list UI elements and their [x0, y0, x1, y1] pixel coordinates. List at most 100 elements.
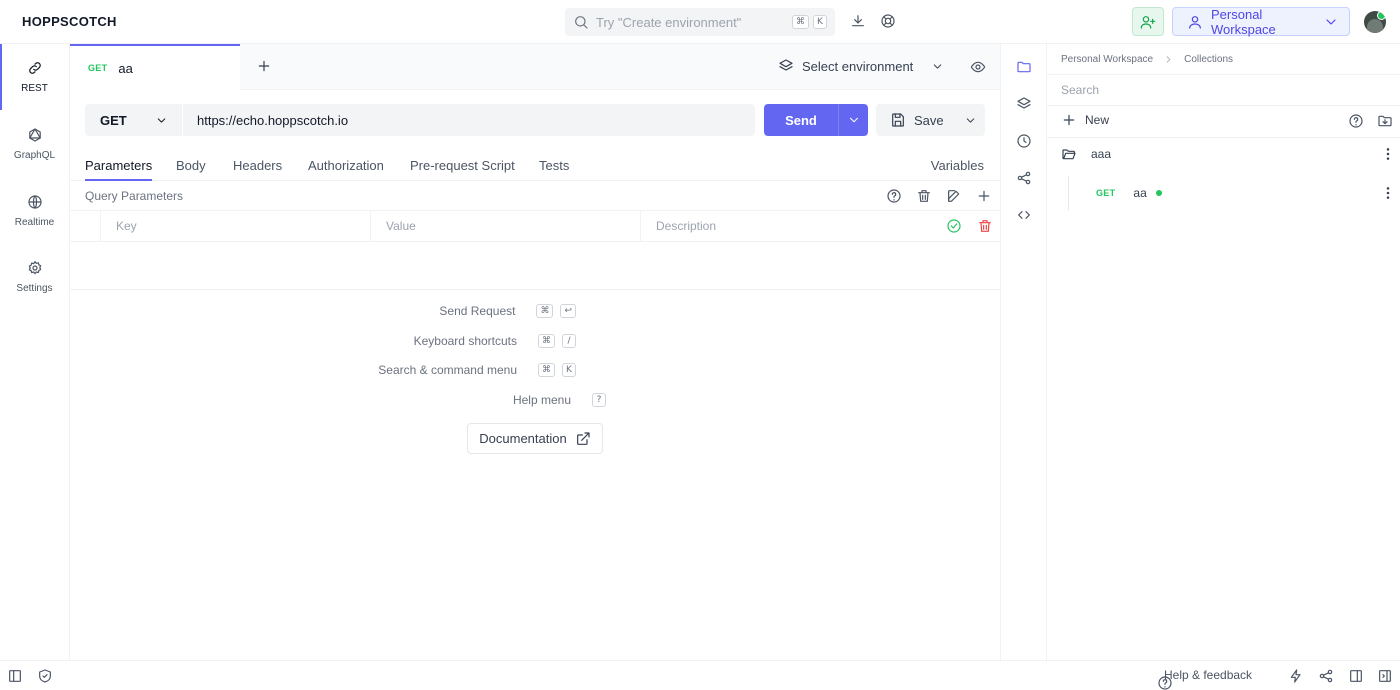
nav-label: Settings [16, 283, 53, 294]
documentation-button[interactable]: Documentation [467, 423, 603, 454]
help-icon [1157, 675, 1173, 690]
sidebar-toggle-icon[interactable] [7, 668, 23, 684]
code-icon[interactable] [1016, 207, 1032, 223]
gear-icon [27, 260, 43, 276]
app-logo[interactable]: HOPPSCOTCH [22, 14, 117, 29]
shortcut-label: Search & command menu [378, 363, 517, 377]
query-params-header: Query Parameters [70, 181, 1000, 211]
graphql-icon [27, 127, 43, 143]
save-icon [890, 112, 906, 128]
new-collection-button[interactable]: New [1061, 112, 1109, 128]
request-section-tabs: Parameters Body Headers Authorization Pr… [70, 150, 1000, 181]
tab-pre-request-script[interactable]: Pre-request Script [410, 158, 515, 181]
shortcut-key: / [562, 334, 576, 348]
search-icon [573, 14, 589, 30]
support-icon[interactable] [880, 13, 896, 29]
side-panel-strip [1000, 44, 1047, 660]
send-options-button[interactable] [838, 104, 868, 136]
tab-variables[interactable]: Variables [931, 158, 984, 173]
collections-search-input[interactable]: Search [1061, 83, 1099, 97]
help-icon[interactable] [1348, 113, 1364, 129]
nav-item-settings[interactable]: Settings [0, 244, 69, 310]
layers-icon[interactable] [1016, 96, 1032, 112]
history-icon[interactable] [1016, 133, 1032, 149]
request-tabs-bar: GET aa Select environment [70, 44, 1000, 90]
share-icon[interactable] [1016, 170, 1032, 186]
shortcut-search-command: Search & command menu ⌘ K [378, 361, 576, 379]
tab-parameters[interactable]: Parameters [85, 158, 153, 181]
layout-columns-icon[interactable] [1348, 668, 1364, 684]
help-feedback-button[interactable]: Help & feedback [1157, 668, 1252, 690]
new-label: New [1085, 113, 1110, 127]
nav-label: Realtime [14, 217, 55, 228]
breadcrumb-workspace[interactable]: Personal Workspace [1061, 54, 1153, 65]
environment-selector[interactable]: Select environment [778, 58, 944, 74]
shortcut-key: ⌘ [538, 334, 555, 348]
nav-item-graphql[interactable]: GraphQL [0, 111, 69, 177]
param-value-input[interactable]: Value [370, 211, 640, 241]
send-label: Send [785, 112, 817, 128]
save-label: Save [914, 112, 944, 128]
lightning-icon[interactable] [1288, 668, 1304, 684]
url-input[interactable]: https://echo.hoppscotch.io [183, 113, 755, 128]
send-button[interactable]: Send [764, 104, 868, 136]
layers-icon [778, 58, 794, 74]
shortcut-key: ? [592, 393, 606, 407]
request-tab[interactable]: GET aa [70, 44, 240, 90]
download-icon[interactable] [850, 13, 866, 29]
tab-authorization[interactable]: Authorization [308, 158, 384, 181]
shortcut-label: Send Request [439, 304, 516, 318]
tab-body[interactable]: Body [176, 158, 206, 181]
workspace-selector[interactable]: Personal Workspace [1172, 6, 1350, 37]
plus-icon[interactable] [976, 188, 992, 204]
globe-icon [27, 194, 43, 210]
tab-tests[interactable]: Tests [539, 158, 569, 181]
tab-method: GET [88, 63, 108, 73]
shortcut-keyboard-shortcuts: Keyboard shortcuts ⌘ / [414, 332, 576, 350]
method-select[interactable]: GET [85, 104, 183, 136]
save-options-button[interactable] [955, 114, 985, 127]
param-key-input[interactable]: Key [100, 211, 370, 241]
trash-icon[interactable] [977, 218, 993, 234]
divider [1047, 105, 1400, 106]
edit-icon[interactable] [946, 188, 962, 204]
shortcut-key: K [562, 363, 576, 377]
nav-item-realtime[interactable]: Realtime [0, 178, 69, 244]
more-vertical-icon[interactable] [1380, 146, 1396, 162]
divider [1047, 137, 1400, 138]
chevron-down-icon [1323, 14, 1339, 30]
user-icon [1187, 14, 1203, 30]
collection-folder[interactable]: aaa [1061, 146, 1396, 162]
add-tab-icon[interactable] [256, 58, 272, 74]
eye-icon[interactable] [970, 59, 986, 75]
nav-label: REST [21, 83, 48, 94]
nav-item-rest[interactable]: REST [0, 44, 69, 110]
nav-label: GraphQL [13, 150, 56, 161]
folder-icon[interactable] [1016, 59, 1032, 75]
panel-right-icon[interactable] [1377, 668, 1393, 684]
collections-panel: Personal Workspace Collections Search Ne… [1047, 44, 1400, 660]
primary-navigation: REST GraphQL Realtime Settings [0, 44, 70, 660]
folder-import-icon[interactable] [1377, 113, 1393, 129]
collection-request[interactable]: GET aa [1068, 176, 1396, 210]
tab-headers[interactable]: Headers [233, 158, 282, 181]
more-vertical-icon[interactable] [1380, 185, 1396, 201]
invite-button[interactable] [1132, 7, 1164, 36]
shortcut-key: K [813, 15, 827, 29]
save-button[interactable]: Save [876, 104, 985, 136]
help-icon[interactable] [886, 188, 902, 204]
shortcut-label: Help menu [512, 393, 571, 407]
breadcrumb-collections[interactable]: Collections [1184, 54, 1233, 65]
workspace-name: Personal Workspace [1211, 6, 1276, 37]
command-search[interactable]: Try "Create environment" ⌘ K [565, 8, 835, 36]
trash-icon[interactable] [916, 188, 932, 204]
shield-check-icon[interactable] [37, 668, 53, 684]
chevron-right-icon [1163, 54, 1174, 65]
check-circle-icon[interactable] [946, 218, 962, 234]
app-header: HOPPSCOTCH Try "Create environment" ⌘ K … [0, 0, 1400, 44]
breadcrumb: Personal Workspace Collections [1061, 54, 1233, 65]
param-description-input[interactable]: Description [640, 211, 940, 241]
divider [70, 289, 1000, 290]
share-icon[interactable] [1318, 668, 1334, 684]
avatar[interactable] [1364, 11, 1386, 33]
